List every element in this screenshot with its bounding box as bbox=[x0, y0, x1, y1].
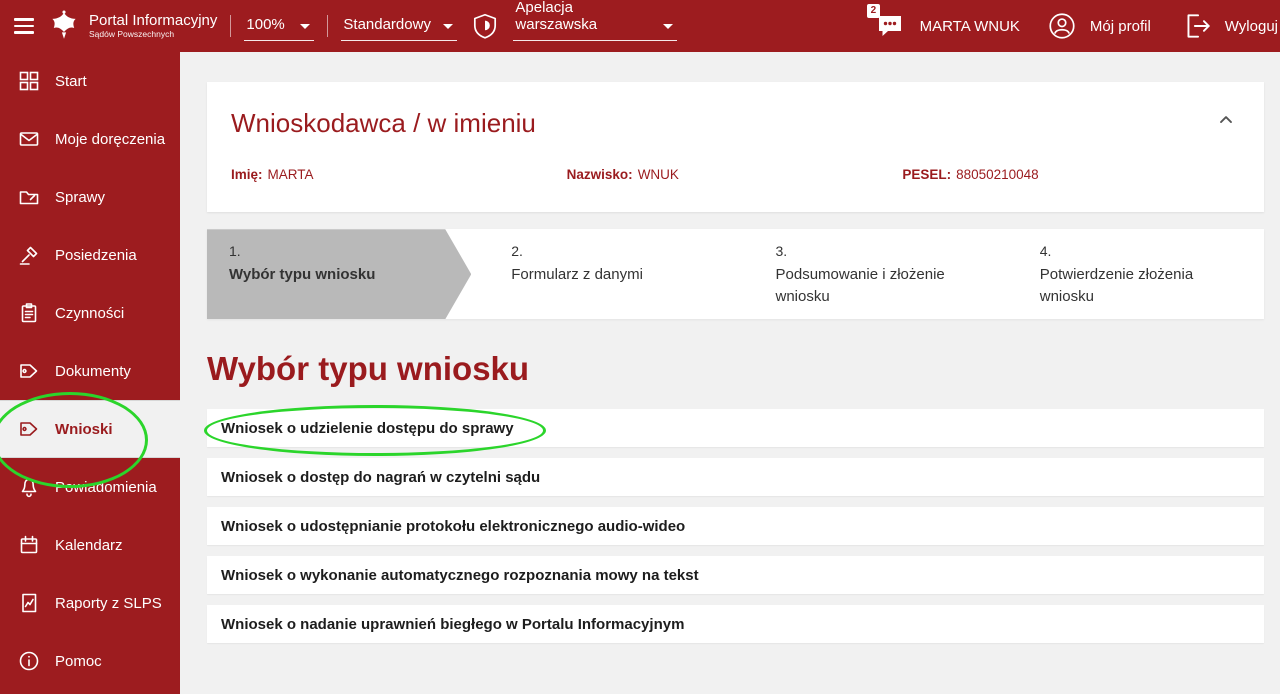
wizard-steps: 1. Wybór typu wniosku 2. Formularz z dan… bbox=[207, 229, 1264, 319]
sidebar-item-raporty[interactable]: Raporty z SLPS bbox=[0, 574, 180, 632]
gavel-icon bbox=[16, 243, 42, 267]
wizard-step-1: 1. Wybór typu wniosku bbox=[207, 229, 471, 319]
applicant-card-title: Wnioskodawca / w imieniu bbox=[231, 108, 536, 139]
tag-icon bbox=[16, 359, 42, 383]
field-value: MARTA bbox=[268, 167, 314, 182]
sidebar-item-label: Moje doręczenia bbox=[55, 131, 165, 148]
region-dropdown[interactable]: Apelacja warszawska bbox=[513, 11, 677, 41]
divider bbox=[327, 15, 328, 37]
sidebar-item-moje-doreczenia[interactable]: Moje doręczenia bbox=[0, 110, 180, 168]
profile-icon[interactable] bbox=[1046, 10, 1078, 42]
sidebar-item-label: Czynności bbox=[55, 305, 124, 322]
applicant-fields: Imię: MARTA Nazwisko: WNUK PESEL: 880502100… bbox=[231, 167, 1238, 182]
page-title: Wybór typu wniosku bbox=[207, 349, 1264, 389]
sidebar-item-label: Kalendarz bbox=[55, 537, 123, 554]
sidebar-item-label: Start bbox=[55, 73, 87, 90]
request-type-option-1[interactable]: Wniosek o udzielenie dostępu do sprawy bbox=[207, 409, 1264, 447]
request-type-option-3[interactable]: Wniosek o udostępnianie protokołu elektr… bbox=[207, 507, 1264, 545]
theme-dropdown[interactable]: Standardowy bbox=[341, 11, 457, 41]
field-imie: Imię: MARTA bbox=[231, 167, 567, 182]
zoom-dropdown[interactable]: 100% bbox=[244, 11, 314, 41]
sidebar-item-label: Dokumenty bbox=[55, 363, 131, 380]
info-icon bbox=[16, 649, 42, 673]
sidebar-item-label: Powiadomienia bbox=[55, 479, 157, 496]
contrast-shield-icon[interactable] bbox=[470, 11, 500, 41]
chevron-down-icon bbox=[663, 24, 673, 29]
zoom-value: 100% bbox=[246, 16, 284, 33]
topbar-right: 2 MARTA WNUK Mój profil Wyloguj bbox=[874, 10, 1280, 42]
sidebar: Start Moje doręczenia Sprawy bbox=[0, 52, 180, 694]
sidebar-item-label: Raporty z SLPS bbox=[55, 595, 162, 612]
step-label: Podsumowanie i złożenie wniosku bbox=[776, 264, 984, 308]
step-label: Wybór typu wniosku bbox=[229, 264, 455, 286]
report-chart-icon bbox=[16, 591, 42, 615]
field-pesel: PESEL: 88050210048 bbox=[902, 167, 1238, 182]
step-number: 4. bbox=[1040, 243, 1248, 259]
divider bbox=[230, 15, 231, 37]
bell-icon bbox=[16, 475, 42, 499]
step-label: Potwierdzenie złożenia wniosku bbox=[1040, 264, 1248, 308]
step-number: 1. bbox=[229, 243, 455, 259]
grid-icon bbox=[16, 69, 42, 93]
chevron-down-icon bbox=[300, 24, 310, 29]
field-value: WNUK bbox=[638, 167, 679, 182]
field-nazwisko: Nazwisko: WNUK bbox=[567, 167, 903, 182]
wizard-step-2: 2. Formularz z danymi bbox=[471, 229, 735, 319]
clipboard-icon bbox=[16, 301, 42, 325]
profile-label[interactable]: Mój profil bbox=[1090, 18, 1151, 35]
request-type-list: Wniosek o udzielenie dostępu do sprawy W… bbox=[207, 409, 1264, 643]
field-value: 88050210048 bbox=[956, 167, 1039, 182]
main-content: Wnioskodawca / w imieniu Imię: MARTA Nazw… bbox=[180, 52, 1280, 694]
region-value: Apelacja warszawska bbox=[515, 0, 655, 33]
mail-icon bbox=[16, 127, 42, 151]
sidebar-item-powiadomienia[interactable]: Powiadomienia bbox=[0, 458, 180, 516]
wizard-step-4: 4. Potwierdzenie złożenia wniosku bbox=[1000, 229, 1264, 319]
folder-icon bbox=[16, 185, 42, 209]
sidebar-item-start[interactable]: Start bbox=[0, 52, 180, 110]
collapse-chevron-icon[interactable] bbox=[1214, 108, 1238, 132]
hamburger-menu-icon[interactable] bbox=[14, 18, 34, 34]
chevron-down-icon bbox=[443, 24, 453, 29]
sidebar-item-sprawy[interactable]: Sprawy bbox=[0, 168, 180, 226]
field-label: PESEL: bbox=[902, 167, 951, 182]
field-label: Imię: bbox=[231, 167, 263, 182]
brand-title: Portal Informacyjny bbox=[89, 12, 217, 29]
sidebar-item-dokumenty[interactable]: Dokumenty bbox=[0, 342, 180, 400]
sidebar-item-label: Wnioski bbox=[55, 421, 113, 438]
calendar-icon bbox=[16, 533, 42, 557]
sidebar-item-posiedzenia[interactable]: Posiedzenia bbox=[0, 226, 180, 284]
step-label: Formularz z danymi bbox=[511, 264, 719, 286]
brand-text: Portal Informacyjny Sądów Powszechnych bbox=[89, 12, 217, 39]
sidebar-item-czynnosci[interactable]: Czynności bbox=[0, 284, 180, 342]
sidebar-item-label: Pomoc bbox=[55, 653, 102, 670]
topbar: Portal Informacyjny Sądów Powszechnych 1… bbox=[0, 0, 1280, 52]
messages-icon[interactable]: 2 bbox=[874, 11, 906, 41]
brand-subtitle: Sądów Powszechnych bbox=[89, 30, 217, 40]
step-number: 3. bbox=[776, 243, 984, 259]
request-type-option-4[interactable]: Wniosek o wykonanie automatycznego rozpo… bbox=[207, 556, 1264, 594]
logout-icon[interactable] bbox=[1181, 10, 1213, 42]
sidebar-item-wnioski[interactable]: Wnioski bbox=[0, 400, 180, 458]
user-name: MARTA WNUK bbox=[920, 18, 1020, 35]
tag-icon bbox=[16, 417, 42, 441]
sidebar-item-label: Sprawy bbox=[55, 189, 105, 206]
applicant-card: Wnioskodawca / w imieniu Imię: MARTA Nazw… bbox=[207, 82, 1264, 212]
messages-badge: 2 bbox=[867, 4, 881, 18]
app-window: Portal Informacyjny Sądów Powszechnych 1… bbox=[0, 0, 1280, 694]
logout-label[interactable]: Wyloguj bbox=[1225, 18, 1278, 35]
sidebar-item-kalendarz[interactable]: Kalendarz bbox=[0, 516, 180, 574]
request-type-option-5[interactable]: Wniosek o nadanie uprawnień biegłego w P… bbox=[207, 605, 1264, 643]
eagle-logo-icon bbox=[47, 9, 81, 43]
sidebar-item-pomoc[interactable]: Pomoc bbox=[0, 632, 180, 690]
wizard-step-3: 3. Podsumowanie i złożenie wniosku bbox=[736, 229, 1000, 319]
theme-value: Standardowy bbox=[343, 16, 431, 33]
sidebar-item-label: Posiedzenia bbox=[55, 247, 137, 264]
step-number: 2. bbox=[511, 243, 719, 259]
field-label: Nazwisko: bbox=[567, 167, 633, 182]
brand-logo[interactable]: Portal Informacyjny Sądów Powszechnych bbox=[47, 9, 217, 43]
request-type-option-2[interactable]: Wniosek o dostęp do nagrań w czytelni są… bbox=[207, 458, 1264, 496]
